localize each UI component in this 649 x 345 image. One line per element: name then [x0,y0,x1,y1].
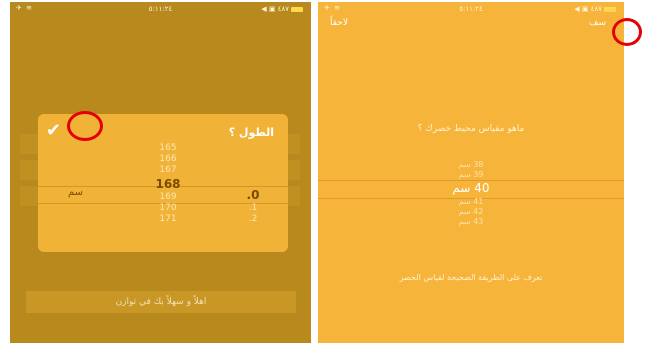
height-option[interactable]: 167 [148,165,188,176]
learn-measure-link[interactable]: تعرف على الطريقة الصحيحة لقياس الخصر [318,273,624,282]
dialog-title: الطول ؟ [228,126,274,139]
waist-option-selected[interactable]: 40 سم [318,180,624,197]
right-screen: ✈ ≋ ٥:١١:٢٤ ◀ ▣ ٤٨٧ لاحقاً سف ماهو مقياس… [318,2,624,343]
check-icon[interactable]: ✔ [46,120,61,141]
highlight-ring [67,111,103,141]
unit-label: سم [68,187,84,198]
status-bar: ✈ ≋ ٥:١١:٢٤ ◀ ▣ ٤٨٧ [10,2,311,16]
waist-option[interactable]: 39 سم [318,170,624,180]
fraction-wheel[interactable]: .0 .1 .2 [238,187,268,225]
status-right-icons: ◀ ▣ ٤٨٧ [261,5,303,13]
next-button[interactable]: سف [589,18,606,28]
waist-option[interactable]: 42 سم [318,207,624,217]
waist-option[interactable]: 38 سم [318,160,624,170]
fraction-option-selected[interactable]: .0 [238,187,268,203]
height-option[interactable]: 165 [148,143,188,154]
battery-icon [291,6,303,12]
height-option[interactable]: 169 [148,192,188,203]
height-option[interactable]: 166 [148,154,188,165]
waist-question: ماهو مقياس محيط خصرك ؟ [417,124,525,134]
waist-option[interactable]: 43 سم [318,217,624,227]
fraction-option[interactable]: .2 [238,214,268,225]
fraction-option[interactable]: .1 [238,203,268,214]
battery-icon [604,6,616,12]
height-option-selected[interactable]: 168 [148,176,188,192]
waist-wheel[interactable]: 38 سم 39 سم 40 سم 41 سم 42 سم 43 سم [318,160,624,227]
height-option[interactable]: 170 [148,203,188,214]
skip-button[interactable]: لاحقاً [330,18,348,28]
status-right-icons: ◀ ▣ ٤٨٧ [574,5,616,13]
welcome-banner: اهلاً و سهلاً بك في توازن [26,291,296,313]
highlight-ring [612,18,642,46]
waist-option[interactable]: 41 سم [318,197,624,207]
height-option[interactable]: 171 [148,214,188,225]
left-screen: ✈ ≋ ٥:١١:٢٤ ◀ ▣ ٤٨٧ اهلاً و سهلاً بك في … [10,2,311,343]
status-bar: ✈ ≋ ٥:١١:٢٤ ◀ ▣ ٤٨٧ [318,2,624,16]
height-wheel[interactable]: 165 166 167 168 169 170 171 [148,143,188,225]
